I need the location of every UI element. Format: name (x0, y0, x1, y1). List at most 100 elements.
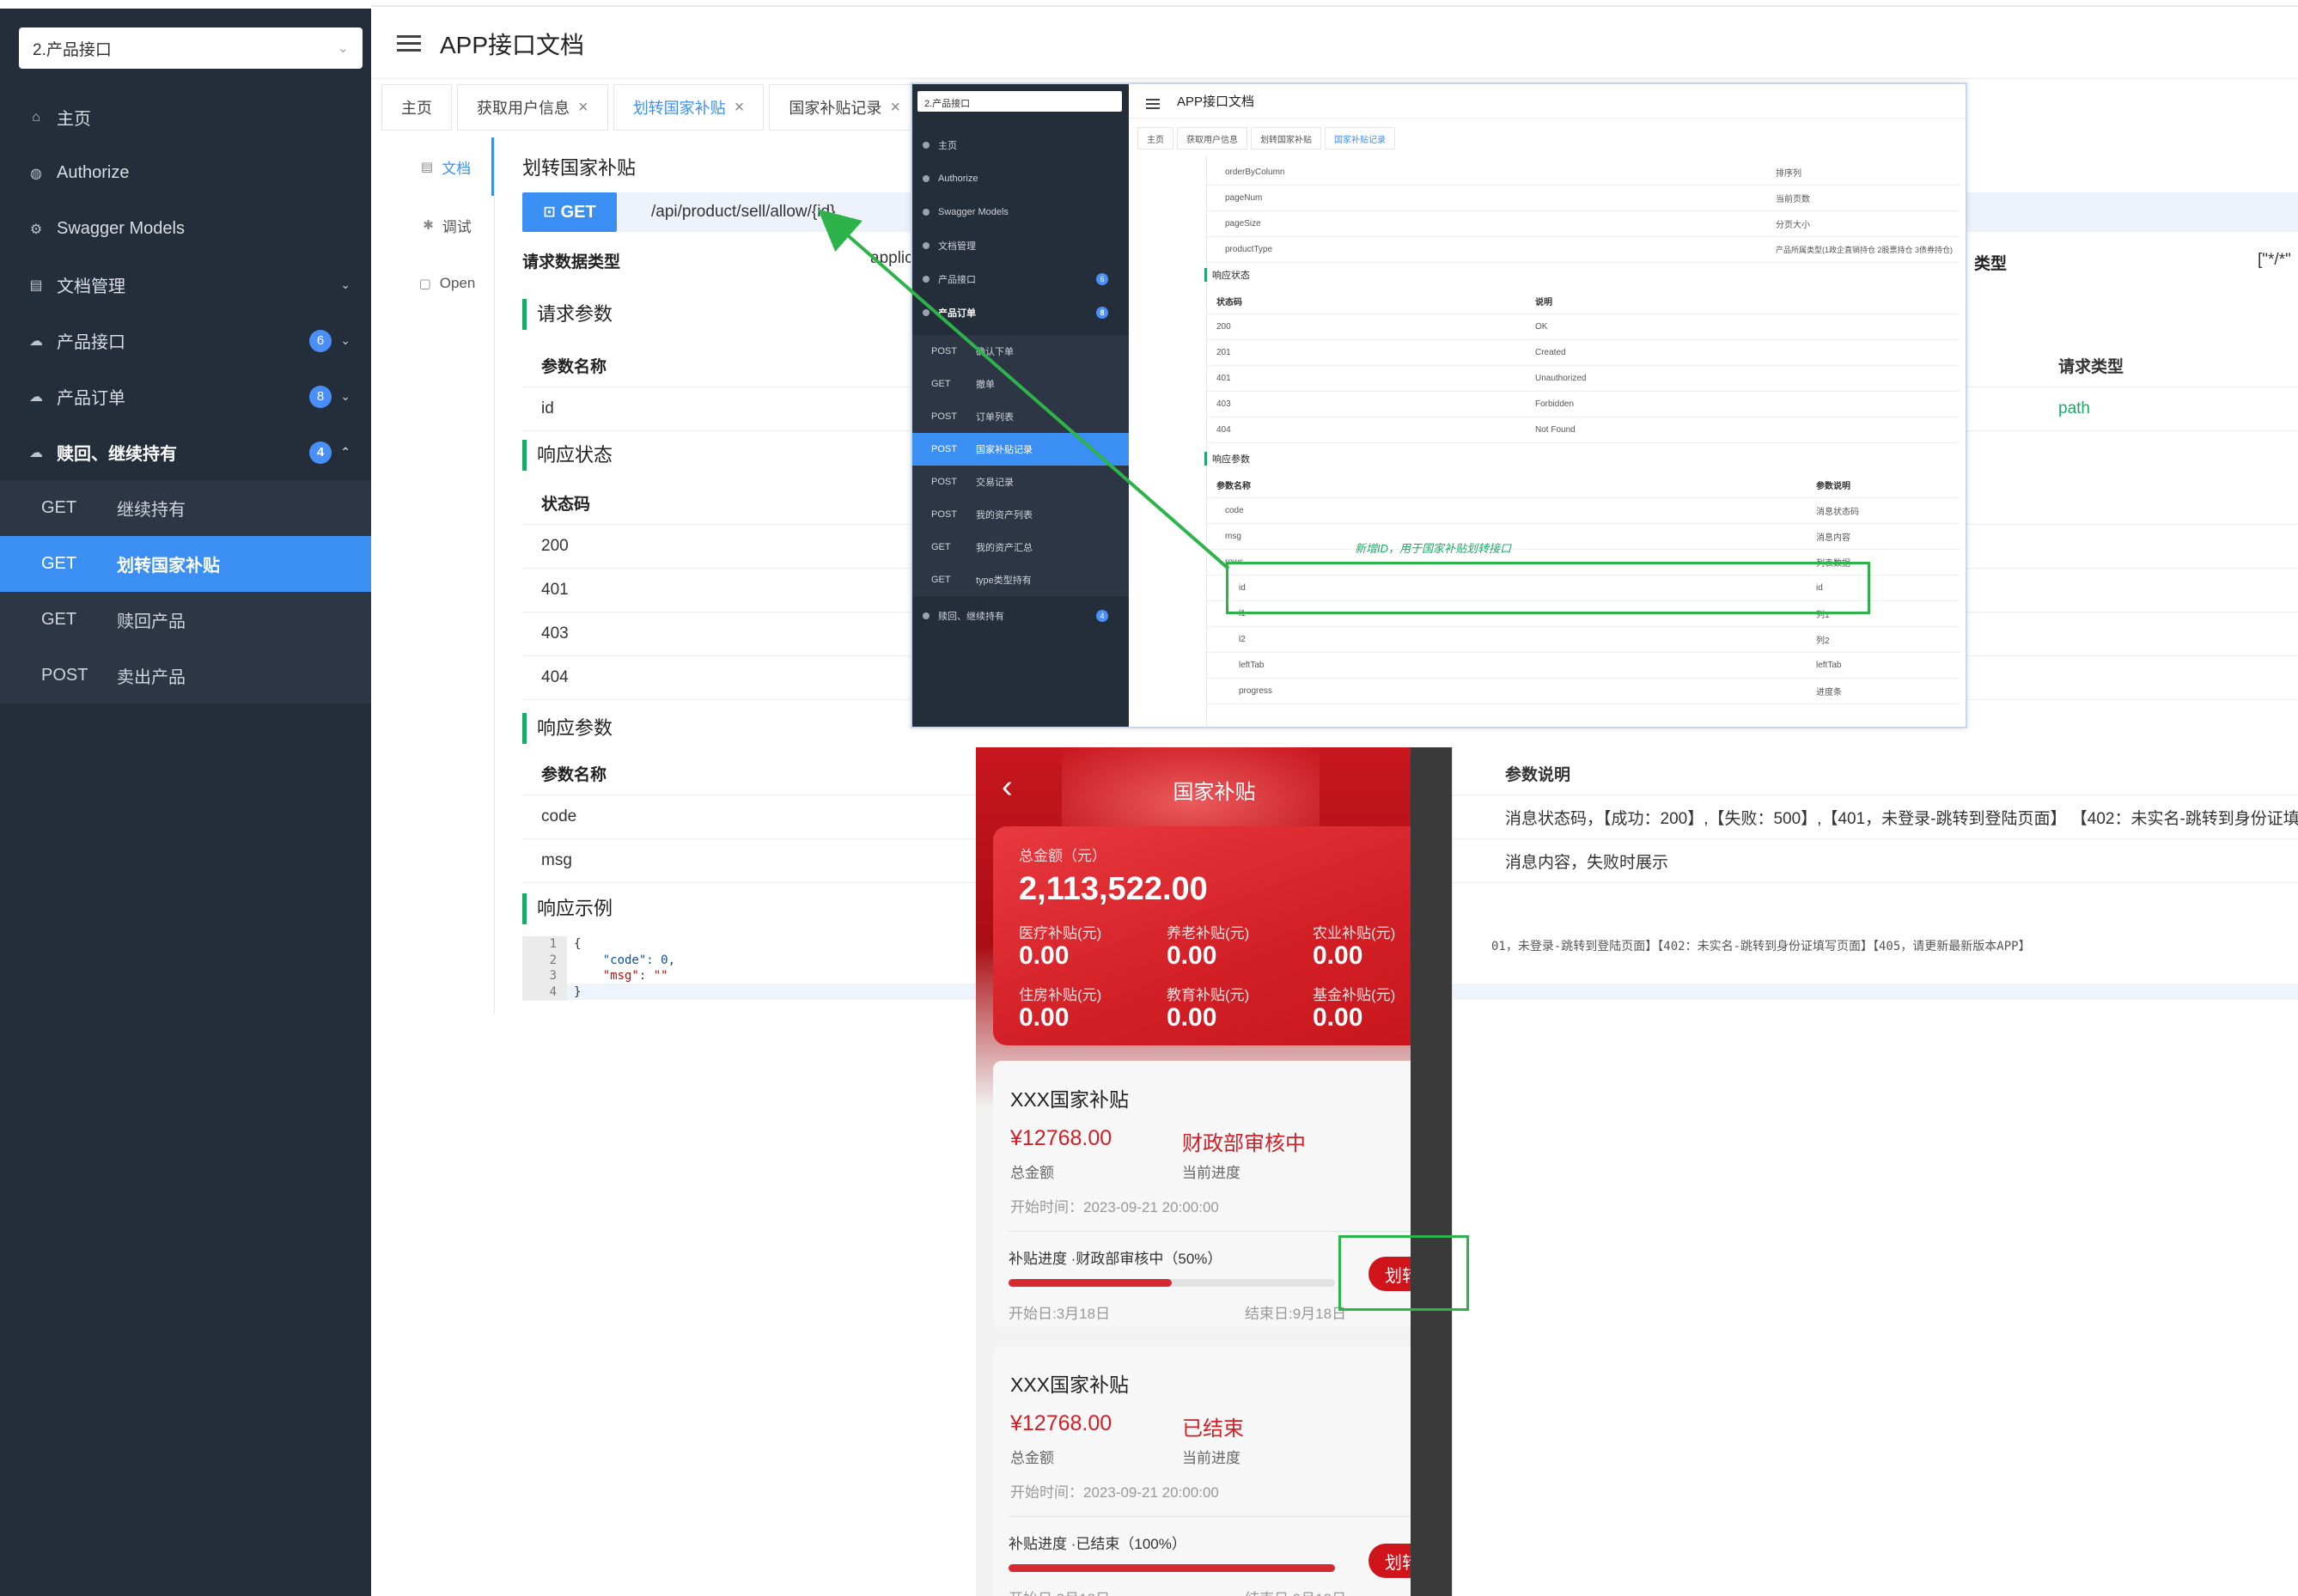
sidebar-item-authorize[interactable]: ◍ Authorize (0, 145, 371, 201)
sidebar-subitem-label: 继续持有 (117, 501, 186, 520)
inset-cell: 403 (1216, 399, 1231, 409)
resp-param-name: code (541, 807, 577, 825)
response-params-heading: 响应参数 (522, 713, 613, 744)
sidebar-menu: ⌂ 主页 ◍ Authorize ⚙ Swagger Models ▤ 文档管理… (0, 89, 371, 704)
close-icon[interactable]: × (578, 98, 588, 118)
unlock-icon: ⊡ (543, 204, 556, 220)
cube-icon: ⚙ (29, 222, 43, 237)
sidebar-item-label: Swagger Models (57, 219, 185, 238)
project-select[interactable]: 2.产品接口 ⌄ (19, 27, 363, 69)
tab-subsidy-record[interactable]: 国家补贴记录 × (769, 84, 921, 131)
http-method: POST (931, 411, 957, 422)
sidebar-subitem-redeem-product[interactable]: GET 赎回产品 (0, 592, 371, 648)
inset-menu-item: Authorize (912, 162, 1129, 195)
progress-text: 补贴进度 ·财政部审核中（50%） (1009, 1251, 1222, 1267)
close-icon[interactable]: × (735, 98, 745, 118)
cell-label: 养老补贴(元) (1167, 925, 1250, 941)
sidebar-item-label: 文档管理 (57, 277, 125, 296)
sidebar-subitem-sell-product[interactable]: POST 卖出产品 (0, 648, 371, 704)
http-method: GET (931, 542, 951, 552)
col-header: 请求类型 (2058, 357, 2124, 376)
mode-open[interactable]: ▢ Open (400, 254, 494, 313)
inset-menu-item: 产品订单 8 (912, 296, 1129, 329)
inset-cell: 参数名称 (1216, 482, 1251, 491)
sidebar-item-product-api[interactable]: ☁ 产品接口 6 ⌄ (0, 313, 371, 369)
tab-label: 获取用户信息 (477, 100, 570, 117)
end-day: 结束日:9月18日 (1245, 1306, 1347, 1322)
close-icon[interactable]: × (890, 98, 900, 118)
http-method: GET (41, 554, 77, 573)
col-header: 状态码 (541, 495, 591, 514)
tab-user-info[interactable]: 获取用户信息 × (457, 84, 608, 131)
inset-cell: 401 (1216, 374, 1231, 383)
sidebar-subitem-label: 卖出产品 (117, 668, 186, 687)
col-header: 参数名称 (541, 765, 607, 784)
mode-debug[interactable]: ✱ 调试 (400, 196, 494, 254)
inset-submenu: POST 确认下单 GET 撤单 POST 订单列表 POST 国家补贴记录 POST 交… (912, 335, 1129, 596)
inset-menu-label: Swagger Models (938, 207, 1009, 217)
inset-menu-item: 主页 (912, 129, 1129, 161)
chevron-up-icon: ⌃ (340, 445, 350, 459)
inset-row: msg 消息内容 (1204, 524, 1960, 550)
inset-row: 参数名称 参数说明 (1204, 472, 1960, 498)
sidebar-item-swagger-models[interactable]: ⚙ Swagger Models (0, 201, 371, 257)
inset-cell: 当前页数 (1776, 195, 1810, 204)
count-badge: 8 (309, 385, 332, 408)
http-method: POST (931, 477, 957, 487)
line-number: 3 (549, 969, 557, 983)
phone-screenshot: ‹ 国家补贴 总金额（元） 2,113,522.00 医疗补贴(元) 0.00 … (976, 747, 1453, 1596)
inset-cell: pageNum (1225, 193, 1263, 203)
chevron-down-icon: ⌄ (340, 333, 350, 347)
sidebar-submenu: GET 继续持有 GET 划转国家补贴 GET 赎回产品 POST 卖出产品 (0, 480, 371, 704)
http-method: POST (931, 509, 957, 520)
sidebar-subitem-label: 赎回产品 (117, 612, 186, 631)
inset-sub-item: POST 交易记录 (912, 466, 1129, 498)
inset-row: 401 Unauthorized (1204, 366, 1960, 392)
menu-toggle-icon[interactable] (397, 31, 421, 56)
cell-label: 教育补贴(元) (1167, 987, 1250, 1003)
inset-menu-item: Swagger Models (912, 196, 1129, 228)
document-icon: ▤ (420, 160, 434, 174)
request-type-value: applic (870, 249, 913, 267)
cell-label: 基金补贴(元) (1313, 987, 1396, 1003)
endpoint-url[interactable]: /api/product/sell/allow/{id} (651, 203, 835, 222)
sidebar-subitem-continue-hold[interactable]: GET 继续持有 (0, 480, 371, 536)
cell-value: 0.00 (1313, 1003, 1363, 1032)
sidebar-subitem-transfer-subsidy[interactable]: GET 划转国家补贴 (0, 536, 371, 592)
status-code: 200 (541, 537, 569, 555)
inset-row: leftTab leftTab (1204, 653, 1960, 679)
line-gutter: 1 2 3 4 (522, 936, 567, 1001)
sidebar-item-product-order[interactable]: ☁ 产品订单 8 ⌄ (0, 369, 371, 424)
progress-fill (1009, 1279, 1172, 1287)
http-method: POST (41, 666, 88, 685)
end-day: 结束日:9月18日 (1245, 1587, 1346, 1596)
phone-edge-shadow (1411, 747, 1452, 1596)
inset-row: pageSize 分页大小 (1204, 211, 1960, 237)
file-icon: ▢ (418, 277, 431, 291)
project-select-value: 2.产品接口 (33, 40, 112, 59)
code-text: { "code": 0, "msg": "" } (574, 936, 675, 1000)
method-badge[interactable]: ⊡ GET (522, 192, 617, 232)
inset-cell: code (1225, 506, 1244, 515)
inset-sub-label: 我的资产汇总 (976, 543, 1033, 553)
inset-project-select: 2.产品接口 (917, 91, 1122, 112)
sidebar-item-docs[interactable]: ▤ 文档管理 ⌄ (0, 257, 371, 313)
progress-bar (1009, 1279, 1335, 1287)
inset-sidebar: 2.产品接口 主页 Authorize Swagger Models 文档管理 … (912, 84, 1129, 727)
http-method: GET (931, 575, 951, 585)
response-status-heading: 响应状态 (522, 440, 613, 471)
annotation-note: 新增ID，用于国家补贴划转接口 (1355, 542, 1512, 555)
inset-row: 404 Not Found (1204, 417, 1960, 443)
sidebar-item-redeem[interactable]: ☁ 赎回、继续持有 4 ⌃ (0, 424, 371, 480)
tab-home[interactable]: 主页 (381, 84, 452, 131)
count-badge: 4 (309, 441, 332, 464)
mode-label: 文档 (442, 160, 472, 177)
col-header: 参数说明 (1505, 765, 1571, 784)
sidebar-item-home[interactable]: ⌂ 主页 (0, 89, 371, 145)
code-line: { (574, 937, 582, 951)
code-line: "msg": "" (574, 969, 668, 983)
tab-transfer-subsidy[interactable]: 划转国家补贴 × (613, 84, 765, 131)
mode-docs[interactable]: ▤ 文档 (400, 137, 494, 196)
start-time: 开始时间：2023-09-21 20:00:00 (1010, 1199, 1219, 1215)
count-badge: 4 (1096, 610, 1108, 622)
